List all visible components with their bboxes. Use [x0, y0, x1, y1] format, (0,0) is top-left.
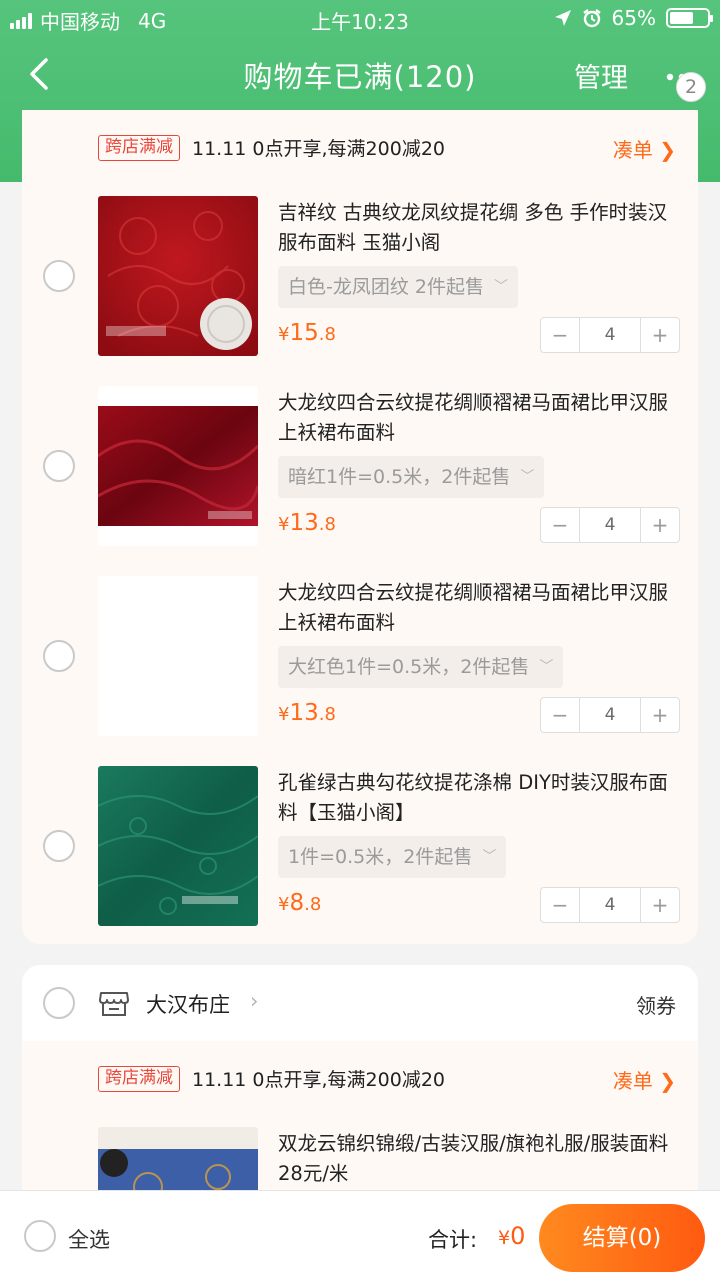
price-decimal: .8	[304, 894, 322, 915]
product-title[interactable]: 孔雀绿古典勾花纹提花涤棉 DIY时装汉服布面料【玉猫小阁】	[278, 768, 678, 828]
store-checkbox[interactable]	[43, 987, 75, 1019]
battery-icon	[666, 8, 713, 28]
status-bar: 中国移动 4G 上午10:23 65%	[0, 0, 720, 38]
sku-label: 1件=0.5米，2件起售	[288, 846, 473, 868]
sku-label: 暗红1件=0.5米，2件起售	[288, 466, 511, 488]
sku-label: 白色-龙凤团纹 2件起售	[288, 276, 484, 298]
add-on-link[interactable]: 凑单 ❯	[613, 134, 676, 163]
battery-percent: 65%	[611, 6, 656, 30]
decrease-button[interactable]: −	[541, 508, 579, 542]
total-currency: ¥	[498, 1227, 511, 1249]
promo-row: 跨店满减 11.11 0点开享,每满200减20 凑单 ❯	[22, 1041, 698, 1111]
select-all-label[interactable]: 全选	[68, 1224, 110, 1254]
product-title[interactable]: 吉祥纹 古典纹龙凤纹提花绸 多色 手作时装汉服布面料 玉猫小阁	[278, 198, 678, 258]
quantity-stepper: − 4 +	[540, 507, 680, 543]
price-integer: 8	[289, 890, 305, 916]
total-label: 合计:	[428, 1228, 478, 1252]
promo-text: 11.11 0点开享,每满200减20	[192, 138, 446, 160]
increase-button[interactable]: +	[641, 888, 679, 922]
chevron-right-icon[interactable]: ›	[250, 989, 258, 1013]
chevron-down-icon: ﹀	[539, 659, 554, 675]
increase-button[interactable]: +	[641, 698, 679, 732]
decrease-button[interactable]: −	[541, 698, 579, 732]
chevron-down-icon: ﹀	[482, 849, 497, 865]
chevron-down-icon: ﹀	[520, 469, 535, 485]
quantity-stepper: − 4 +	[540, 887, 680, 923]
decrease-button[interactable]: −	[541, 888, 579, 922]
product-title[interactable]: 大龙纹四合云纹提花绸顺褶裙马面裙比甲汉服上袄裙布面料	[278, 578, 678, 638]
cart-item: 孔雀绿古典勾花纹提花涤棉 DIY时装汉服布面料【玉猫小阁】 1件=0.5米，2件…	[22, 766, 698, 944]
product-image[interactable]	[98, 386, 258, 546]
quantity-input[interactable]: 4	[579, 508, 641, 542]
quantity-stepper: − 4 +	[540, 697, 680, 733]
promo-row: 跨店满减 11.11 0点开享,每满200减20 凑单 ❯	[22, 110, 698, 180]
location-icon	[554, 10, 571, 26]
checkout-bar: 全选 合计: ¥0 结算(0)	[0, 1190, 720, 1280]
increase-button[interactable]: +	[641, 318, 679, 352]
promo-tag: 跨店满减	[98, 135, 180, 161]
price: ¥15.8	[278, 320, 336, 346]
checkout-button[interactable]: 结算(0)	[539, 1204, 705, 1272]
sku-selector[interactable]: 1件=0.5米，2件起售 ﹀	[278, 836, 507, 878]
price-decimal: .8	[318, 514, 336, 535]
cart-item: 大龙纹四合云纹提花绸顺褶裙马面裙比甲汉服上袄裙布面料 暗红1件=0.5米，2件起…	[22, 386, 698, 576]
chevron-down-icon: ﹀	[494, 279, 508, 295]
store-name[interactable]: 大汉布庄	[146, 989, 230, 1019]
price: ¥8.8	[278, 890, 321, 916]
select-all-checkbox[interactable]	[24, 1220, 56, 1252]
promo-text: 11.11 0点开享,每满200减20	[192, 1069, 446, 1091]
price-decimal: .8	[318, 704, 336, 725]
product-image[interactable]	[98, 196, 258, 356]
item-checkbox[interactable]	[43, 640, 75, 672]
total-value: 0	[510, 1222, 526, 1250]
increase-button[interactable]: +	[641, 508, 679, 542]
price-decimal: .8	[318, 324, 336, 345]
add-on-link[interactable]: 凑单 ❯	[613, 1065, 676, 1094]
quantity-stepper: − 4 +	[540, 317, 680, 353]
product-image[interactable]	[98, 576, 258, 736]
price-currency: ¥	[278, 324, 290, 345]
item-checkbox[interactable]	[43, 260, 75, 292]
product-image[interactable]	[98, 766, 258, 926]
store-card: 跨店满减 11.11 0点开享,每满200减20 凑单 ❯ 吉祥纹 古典纹龙凤纹…	[22, 110, 698, 944]
item-checkbox[interactable]	[43, 450, 75, 482]
cart-item: 吉祥纹 古典纹龙凤纹提花绸 多色 手作时装汉服布面料 玉猫小阁 白色-龙凤团纹 …	[22, 196, 698, 386]
price-currency: ¥	[278, 514, 290, 535]
price-integer: 13	[289, 700, 319, 726]
promo-tag: 跨店满减	[98, 1066, 180, 1092]
navigation-bar: 购物车已满(120) 管理 2	[0, 38, 720, 110]
sku-label: 大红色1件=0.5米，2件起售	[288, 656, 530, 678]
cart-item: 大龙纹四合云纹提花绸顺褶裙马面裙比甲汉服上袄裙布面料 大红色1件=0.5米，2件…	[22, 576, 698, 766]
sku-selector[interactable]: 暗红1件=0.5米，2件起售 ﹀	[278, 456, 545, 498]
item-checkbox[interactable]	[43, 830, 75, 862]
quantity-input[interactable]: 4	[579, 888, 641, 922]
manage-button[interactable]: 管理	[574, 56, 628, 95]
product-title[interactable]: 双龙云锦织锦缎/古装汉服/旗袍礼服/服装面料 28元/米	[278, 1129, 678, 1189]
price: ¥13.8	[278, 700, 336, 726]
quantity-input[interactable]: 4	[579, 698, 641, 732]
sku-selector[interactable]: 白色-龙凤团纹 2件起售 ﹀	[278, 266, 518, 308]
decrease-button[interactable]: −	[541, 318, 579, 352]
coupon-button[interactable]: 领券	[636, 990, 676, 1019]
price-currency: ¥	[278, 704, 290, 725]
alarm-icon	[582, 9, 601, 28]
store-header: 大汉布庄 › 领券	[22, 965, 698, 1041]
price-integer: 15	[289, 320, 319, 346]
price-currency: ¥	[278, 894, 290, 915]
shop-icon	[99, 992, 129, 1016]
product-title[interactable]: 大龙纹四合云纹提花绸顺褶裙马面裙比甲汉服上袄裙布面料	[278, 388, 678, 448]
total-amount: ¥0	[498, 1222, 525, 1250]
message-badge: 2	[676, 72, 706, 102]
quantity-input[interactable]: 4	[579, 318, 641, 352]
price-integer: 13	[289, 510, 319, 536]
sku-selector[interactable]: 大红色1件=0.5米，2件起售 ﹀	[278, 646, 564, 688]
price: ¥13.8	[278, 510, 336, 536]
